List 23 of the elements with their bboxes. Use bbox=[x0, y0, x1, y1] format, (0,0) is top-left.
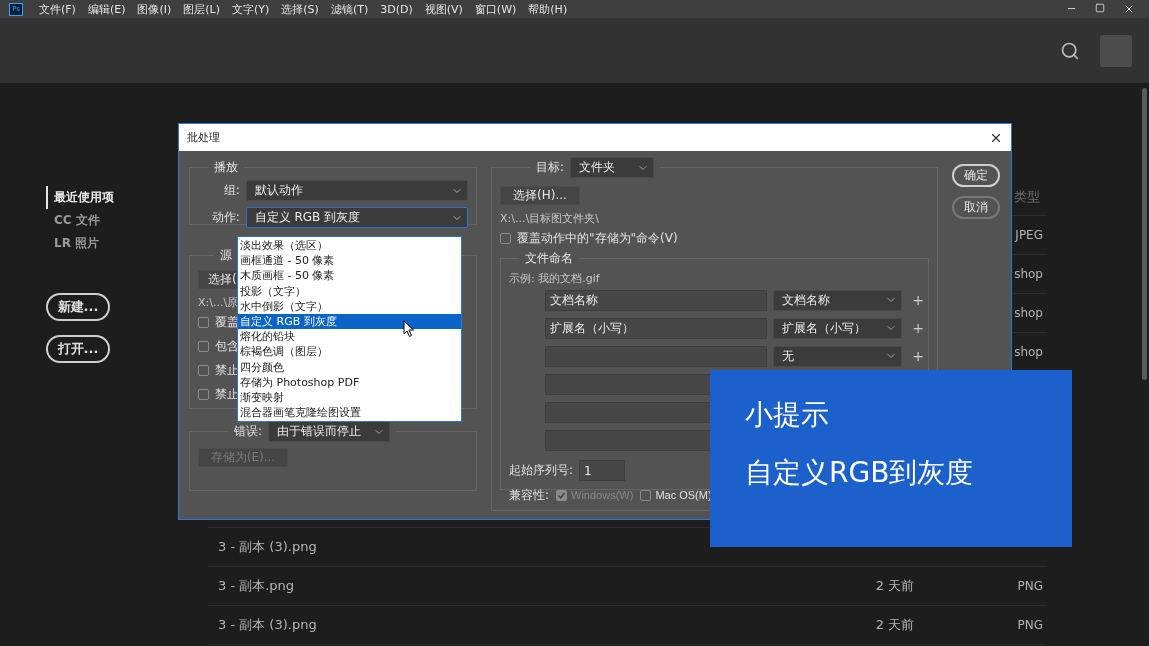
file-type: JPEG bbox=[1015, 228, 1044, 242]
field-label: 目标: bbox=[536, 159, 565, 176]
target-path: X:\...\目标图文件夹\ bbox=[500, 212, 599, 225]
file-date: 2 天前 bbox=[875, 577, 915, 595]
source-path: X:\...\原 bbox=[198, 296, 239, 309]
fieldset-legend: 播放 bbox=[208, 159, 244, 176]
file-type: PNG bbox=[1017, 579, 1044, 593]
field-label: 动作: bbox=[210, 209, 240, 226]
field-label: 错误: bbox=[234, 423, 263, 440]
example-text: 示例: 我的文档.gif bbox=[509, 272, 600, 285]
file-type: shop bbox=[1014, 306, 1044, 320]
fieldset-legend: 文件命名 bbox=[519, 250, 579, 267]
field-label: 组: bbox=[222, 182, 240, 199]
tip-title: 小提示 bbox=[745, 397, 829, 433]
tip-text: 自定义RGB到灰度 bbox=[745, 455, 974, 491]
file-type: PNG bbox=[1017, 618, 1044, 632]
fieldset-legend: 源 bbox=[214, 247, 238, 264]
file-date: 2 天前 bbox=[875, 616, 915, 634]
dialog-title: 批处理 bbox=[187, 130, 220, 145]
file-type: shop bbox=[1014, 267, 1044, 281]
field-label: 起始序列号: bbox=[509, 462, 574, 479]
file-type: shop bbox=[1014, 345, 1044, 359]
field-label: 兼容性: bbox=[509, 486, 550, 504]
